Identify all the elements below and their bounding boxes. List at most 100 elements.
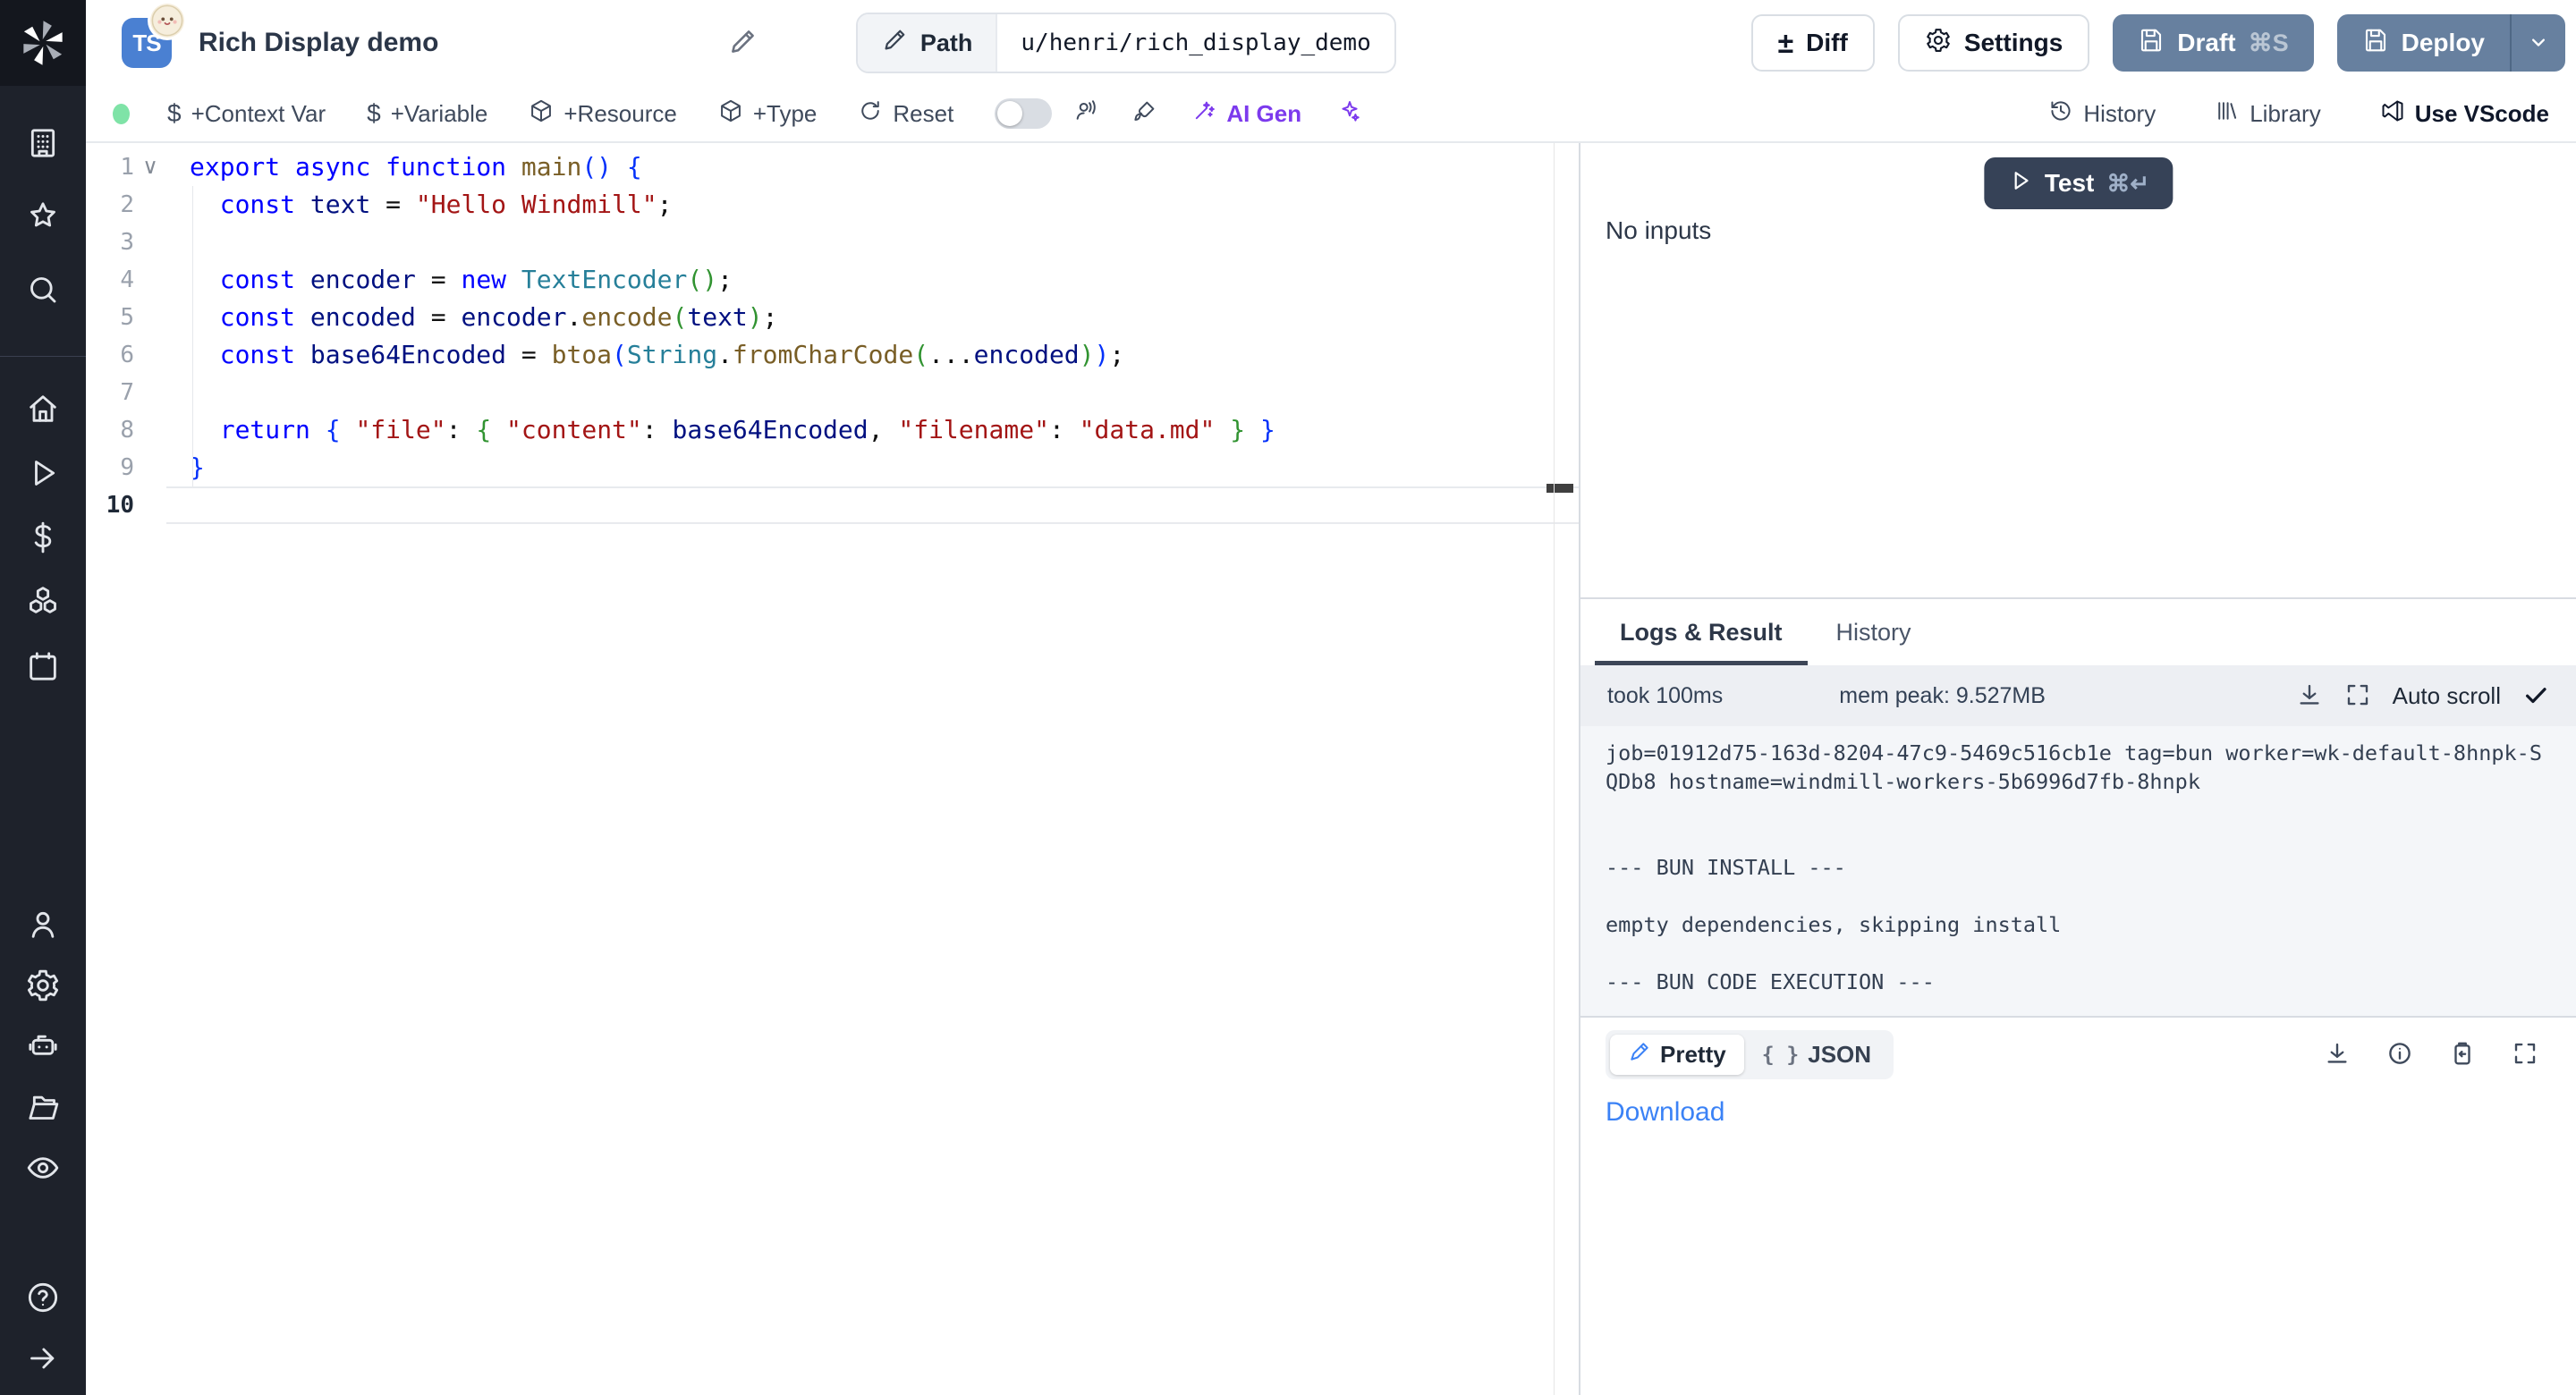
line-number: 9 (86, 449, 134, 486)
check-icon (2522, 681, 2549, 711)
add-resource-button[interactable]: +Resource (529, 98, 676, 130)
download-logs-button[interactable] (2296, 681, 2323, 711)
deploy-split-button: Deploy (2337, 14, 2565, 72)
view-pretty-button[interactable]: Pretty (1610, 1035, 1744, 1075)
tab-history[interactable]: History (1809, 599, 1938, 665)
package-icon (529, 98, 554, 130)
editor-line-row: 9} (86, 449, 1579, 486)
fold-spacer (134, 186, 166, 224)
test-shortcut: ⌘↵ (2106, 170, 2149, 198)
fold-spacer (134, 224, 166, 261)
schedules-calendar-icon[interactable] (25, 648, 61, 684)
editor-line-row: 7 (86, 374, 1579, 411)
format-brush-button[interactable] (1132, 98, 1157, 130)
download-result-button[interactable] (2324, 1040, 2351, 1070)
help-question-icon[interactable] (25, 1280, 61, 1315)
braces-icon: { } (1762, 1044, 1800, 1067)
history-button[interactable]: History (2048, 98, 2156, 130)
users-person-icon[interactable] (25, 907, 61, 943)
test-button[interactable]: Test ⌘↵ (1984, 157, 2173, 209)
magic-wand-icon (1191, 98, 1216, 130)
code-line[interactable] (166, 486, 1579, 524)
favorites-star-icon[interactable] (25, 199, 61, 234)
editor-line-row: 1∨export async function main() { (86, 148, 1579, 186)
workers-robot-icon[interactable] (25, 1028, 61, 1064)
add-type-button[interactable]: +Type (718, 98, 818, 130)
add-context-var-button[interactable]: $ +Context Var (167, 99, 326, 128)
editor-line-row: 3 (86, 224, 1579, 261)
diff-button[interactable]: ± Diff (1751, 14, 1875, 72)
code-line[interactable]: const encoder = new TextEncoder(); (166, 261, 1579, 299)
settings-gear-icon[interactable] (25, 968, 61, 1003)
editor-line-row: 6 const base64Encoded = btoa(String.from… (86, 336, 1579, 374)
code-line[interactable] (166, 224, 1579, 261)
folders-icon[interactable] (25, 1089, 61, 1125)
edit-title-button[interactable] (727, 27, 758, 60)
download-icon (2296, 681, 2323, 711)
inputs-section: Test ⌘↵ No inputs (1580, 143, 2576, 597)
edit-path-button[interactable]: Path (858, 14, 998, 72)
expand-logs-button[interactable] (2344, 681, 2371, 711)
save-draft-button[interactable]: Draft ⌘S (2113, 14, 2313, 72)
code-editor[interactable]: 1∨export async function main() {2 const … (86, 143, 1579, 1395)
code-line[interactable]: export async function main() { (166, 148, 1579, 186)
expand-sidebar-arrow-icon[interactable] (25, 1340, 61, 1376)
dollar-icon: $ (367, 99, 381, 128)
resources-cubes-icon[interactable] (25, 584, 61, 620)
download-icon (2324, 1040, 2351, 1070)
search-icon[interactable] (25, 272, 61, 308)
audit-eye-icon[interactable] (25, 1150, 61, 1186)
people-icon (1073, 98, 1098, 130)
line-number: 10 (86, 486, 134, 524)
expand-result-button[interactable] (2512, 1040, 2538, 1070)
save-icon (2362, 27, 2389, 60)
code-line[interactable]: const encoded = encoder.encode(text); (166, 299, 1579, 336)
auto-scroll-checkbox[interactable] (2522, 681, 2549, 711)
duration-label: took 100ms (1607, 683, 1723, 709)
fold-spacer (134, 261, 166, 299)
variables-dollar-icon[interactable] (25, 520, 61, 555)
code-line[interactable]: const text = "Hello Windmill"; (166, 186, 1579, 224)
code-line[interactable]: return { "file": { "content": base64Enco… (166, 411, 1579, 449)
refresh-icon (858, 98, 883, 130)
line-number: 4 (86, 261, 134, 299)
workspace-building-icon[interactable] (25, 125, 61, 161)
result-info-button[interactable] (2386, 1040, 2413, 1070)
add-variable-button[interactable]: $ +Variable (367, 99, 487, 128)
sidebar (0, 0, 86, 1395)
ai-gen-button[interactable]: AI Gen (1191, 98, 1301, 130)
draft-shortcut: ⌘S (2249, 30, 2289, 57)
code-line[interactable]: const base64Encoded = btoa(String.fromCh… (166, 336, 1579, 374)
info-icon (2386, 1040, 2413, 1070)
view-json-button[interactable]: { } JSON (1744, 1036, 1889, 1074)
deploy-options-button[interactable] (2510, 14, 2565, 72)
code-line[interactable]: } (166, 449, 1579, 486)
sparkles-icon (1337, 98, 1362, 130)
fold-chevron-icon[interactable]: ∨ (134, 148, 166, 186)
result-tabs: Logs & Result History (1580, 599, 2576, 665)
brush-icon (1132, 98, 1157, 130)
multiplayer-toggle[interactable] (995, 98, 1052, 129)
sparkles-button[interactable] (1337, 98, 1362, 130)
tab-logs-result[interactable]: Logs & Result (1593, 599, 1809, 665)
library-button[interactable]: Library (2215, 98, 2320, 130)
script-path-value[interactable]: u/henri/rich_display_demo (997, 14, 1394, 72)
top-bar: TS Rich Display demo Path u/henri/rich_d… (86, 0, 2576, 86)
code-line[interactable] (166, 374, 1579, 411)
fold-spacer (134, 449, 166, 486)
vscode-icon (2380, 98, 2405, 130)
use-vscode-button[interactable]: Use VScode (2380, 98, 2549, 130)
deploy-button[interactable]: Deploy (2337, 14, 2510, 72)
dollar-icon: $ (167, 99, 182, 128)
windmill-logo[interactable] (0, 0, 86, 86)
result-area: Pretty { } JSON (1580, 1018, 2576, 1395)
bun-runtime-icon (150, 4, 184, 38)
settings-button[interactable]: Settings (1898, 14, 2089, 72)
collaborators-button[interactable] (1073, 98, 1098, 130)
result-download-link[interactable]: Download (1606, 1097, 1724, 1128)
home-icon[interactable] (25, 391, 61, 427)
runs-play-icon[interactable] (25, 455, 61, 491)
reset-button[interactable]: Reset (858, 98, 953, 130)
editor-toolbar: $ +Context Var $ +Variable +Resource +Ty… (86, 86, 2576, 143)
copy-result-button[interactable] (2449, 1040, 2476, 1070)
